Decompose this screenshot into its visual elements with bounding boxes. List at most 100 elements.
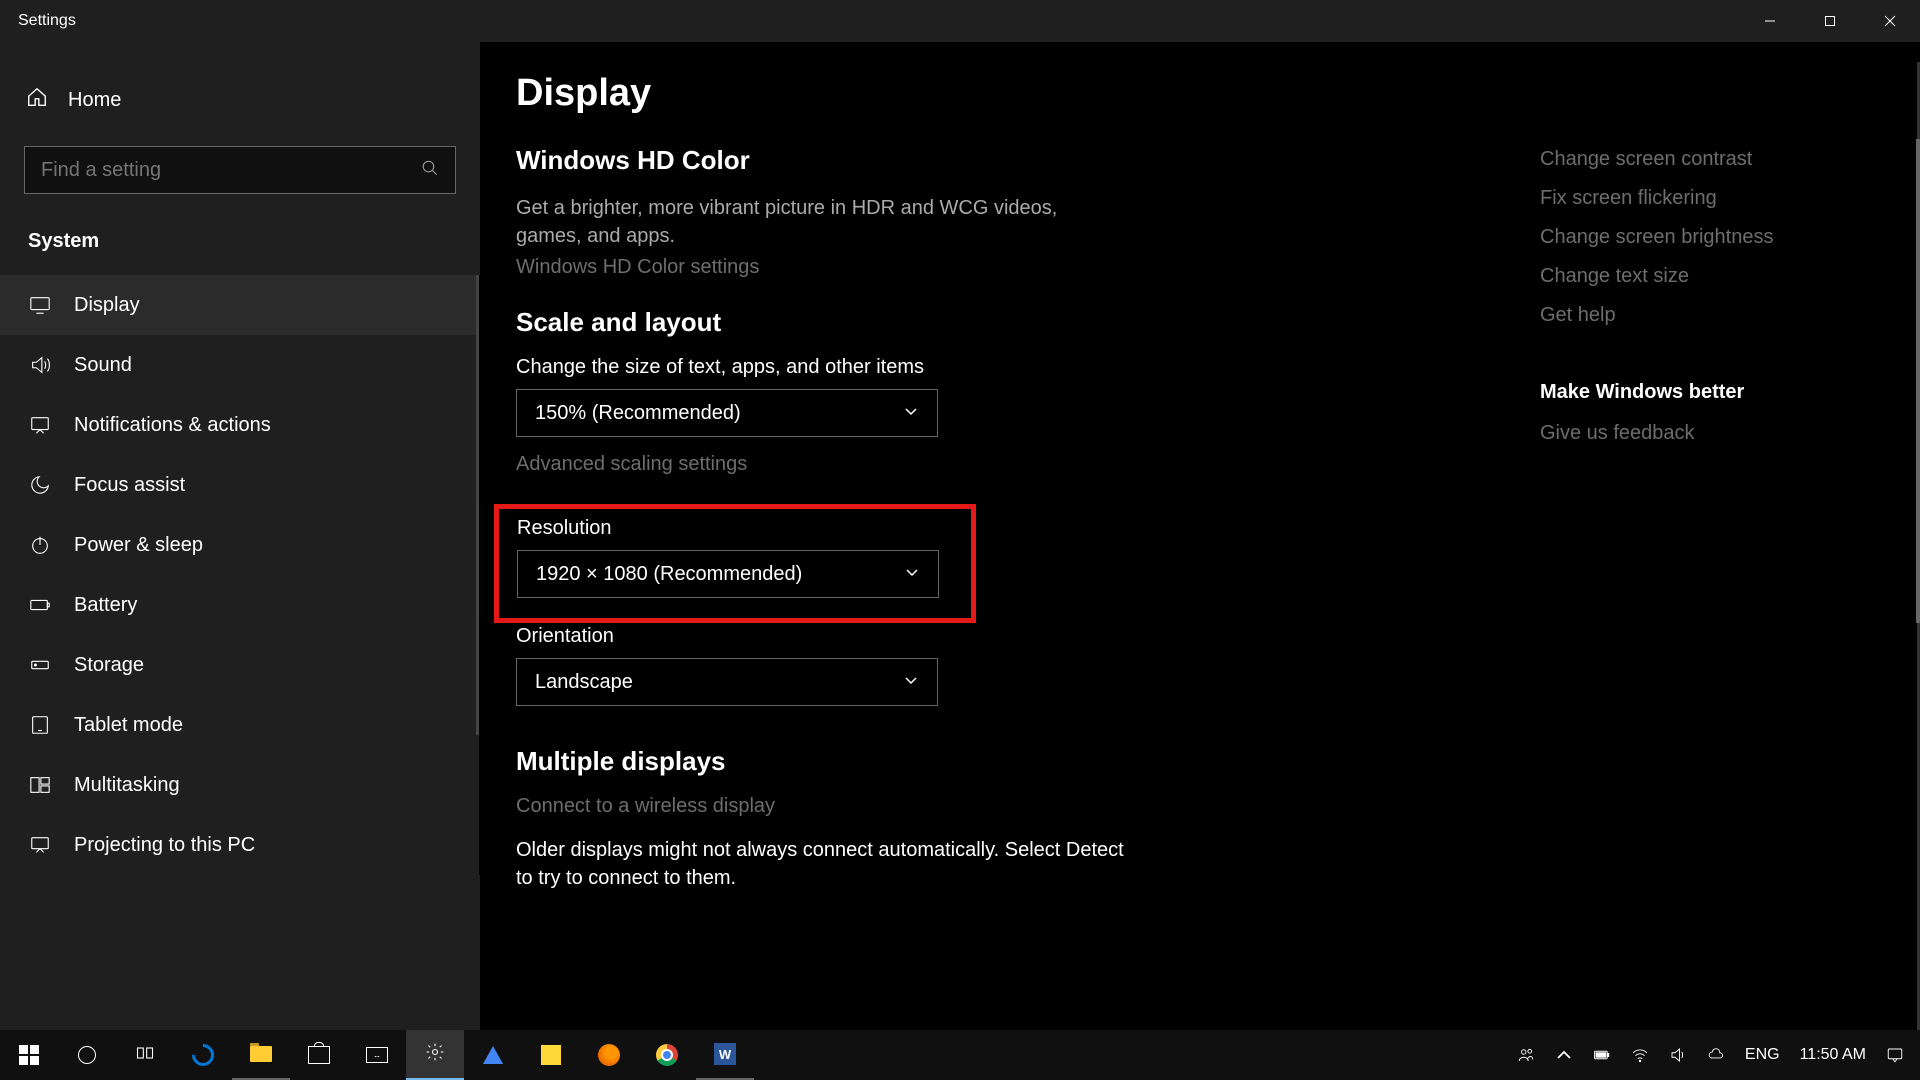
store-icon bbox=[308, 1046, 330, 1064]
tray-volume[interactable] bbox=[1663, 1030, 1693, 1080]
firefox-icon bbox=[598, 1044, 620, 1066]
sidebar-item-power-sleep[interactable]: Power & sleep bbox=[0, 515, 479, 575]
home-icon bbox=[26, 86, 48, 114]
close-button[interactable] bbox=[1860, 0, 1920, 42]
sidebar-item-tablet-mode[interactable]: Tablet mode bbox=[0, 695, 479, 755]
rail-link-brightness[interactable]: Change screen brightness bbox=[1540, 218, 1890, 257]
chevron-down-icon bbox=[903, 402, 919, 425]
task-view-icon bbox=[135, 1043, 155, 1068]
tray-action-center[interactable] bbox=[1880, 1030, 1910, 1080]
power-icon bbox=[28, 533, 52, 557]
rail-link-contrast[interactable]: Change screen contrast bbox=[1540, 140, 1890, 179]
task-view-button[interactable] bbox=[116, 1030, 174, 1080]
scale-label: Change the size of text, apps, and other… bbox=[516, 356, 1176, 379]
taskbar-sticky-notes[interactable] bbox=[522, 1030, 580, 1080]
chevron-down-icon bbox=[904, 563, 920, 586]
titlebar: Settings bbox=[0, 0, 1920, 42]
battery-icon bbox=[28, 593, 52, 617]
right-rail: Change screen contrast Fix screen flicke… bbox=[1540, 140, 1890, 453]
scale-layout-heading: Scale and layout bbox=[516, 307, 1176, 338]
scale-value: 150% (Recommended) bbox=[535, 402, 741, 425]
orientation-dropdown[interactable]: Landscape bbox=[516, 658, 938, 706]
windows-icon bbox=[19, 1045, 39, 1065]
sidebar-item-label: Battery bbox=[74, 594, 137, 617]
rail-feedback-link[interactable]: Give us feedback bbox=[1540, 414, 1890, 453]
sidebar-item-label: Sound bbox=[74, 354, 132, 377]
taskbar-file-explorer[interactable] bbox=[232, 1030, 290, 1080]
sidebar-item-label: Display bbox=[74, 294, 140, 317]
hd-color-settings-link[interactable]: Windows HD Color settings bbox=[516, 256, 1176, 279]
rail-link-text-size[interactable]: Change text size bbox=[1540, 257, 1890, 296]
home-label: Home bbox=[68, 89, 121, 112]
gear-icon bbox=[425, 1042, 445, 1067]
scale-dropdown[interactable]: 150% (Recommended) bbox=[516, 389, 938, 437]
cortana-button[interactable] bbox=[58, 1030, 116, 1080]
taskbar-store[interactable] bbox=[290, 1030, 348, 1080]
hd-color-heading: Windows HD Color bbox=[516, 145, 1176, 176]
word-icon: W bbox=[714, 1043, 736, 1065]
sidebar-item-label: Power & sleep bbox=[74, 534, 203, 557]
tray-show-hidden[interactable] bbox=[1549, 1030, 1579, 1080]
chevron-down-icon bbox=[903, 671, 919, 694]
storage-icon bbox=[28, 653, 52, 677]
projecting-icon bbox=[28, 833, 52, 857]
tablet-icon bbox=[28, 713, 52, 737]
page-title: Display bbox=[516, 72, 1176, 115]
advanced-scaling-link[interactable]: Advanced scaling settings bbox=[516, 453, 1176, 476]
tray-wifi[interactable] bbox=[1625, 1030, 1655, 1080]
mail-icon bbox=[366, 1047, 388, 1063]
tray-onedrive[interactable] bbox=[1701, 1030, 1731, 1080]
chrome-icon bbox=[656, 1044, 678, 1066]
taskbar-settings[interactable] bbox=[406, 1030, 464, 1080]
search-input[interactable] bbox=[24, 146, 456, 194]
taskbar-google-ads[interactable] bbox=[464, 1030, 522, 1080]
sidebar-item-display[interactable]: Display bbox=[0, 275, 479, 335]
tray-people[interactable] bbox=[1511, 1030, 1541, 1080]
sidebar-item-storage[interactable]: Storage bbox=[0, 635, 479, 695]
folder-icon bbox=[250, 1046, 272, 1062]
rail-feedback-heading: Make Windows better bbox=[1540, 381, 1890, 404]
maximize-button[interactable] bbox=[1800, 0, 1860, 42]
multitasking-icon bbox=[28, 773, 52, 797]
system-tray: ENG 11:50 AM bbox=[1511, 1030, 1920, 1080]
tray-language[interactable]: ENG bbox=[1739, 1030, 1786, 1080]
taskbar-mail[interactable] bbox=[348, 1030, 406, 1080]
hd-color-desc: Get a brighter, more vibrant picture in … bbox=[516, 194, 1126, 250]
sidebar-item-focus-assist[interactable]: Focus assist bbox=[0, 455, 479, 515]
rail-link-flickering[interactable]: Fix screen flickering bbox=[1540, 179, 1890, 218]
taskbar-chrome[interactable] bbox=[638, 1030, 696, 1080]
taskbar-word[interactable]: W bbox=[696, 1030, 754, 1080]
resolution-dropdown[interactable]: 1920 × 1080 (Recommended) bbox=[517, 550, 939, 598]
sidebar-scrollbar[interactable] bbox=[476, 275, 479, 735]
notifications-icon bbox=[28, 413, 52, 437]
sidebar-item-label: Tablet mode bbox=[74, 714, 183, 737]
sidebar-list: Display Sound Notifications & actions Fo… bbox=[0, 275, 480, 875]
start-button[interactable] bbox=[0, 1030, 58, 1080]
home-button[interactable]: Home bbox=[0, 72, 480, 128]
orientation-value: Landscape bbox=[535, 671, 633, 694]
connect-wireless-link[interactable]: Connect to a wireless display bbox=[516, 795, 1176, 818]
search-field[interactable] bbox=[41, 159, 421, 182]
sidebar-item-sound[interactable]: Sound bbox=[0, 335, 479, 395]
sidebar-item-projecting[interactable]: Projecting to this PC bbox=[0, 815, 479, 875]
orientation-label: Orientation bbox=[516, 625, 1176, 648]
multiple-displays-heading: Multiple displays bbox=[516, 746, 1176, 777]
sidebar-item-label: Projecting to this PC bbox=[74, 834, 255, 857]
window-title: Settings bbox=[18, 12, 1740, 30]
cortana-icon bbox=[78, 1046, 96, 1064]
resolution-label: Resolution bbox=[517, 517, 953, 540]
rail-link-get-help[interactable]: Get help bbox=[1540, 296, 1890, 335]
tray-clock[interactable]: 11:50 AM bbox=[1794, 1030, 1872, 1080]
sidebar-item-label: Multitasking bbox=[74, 774, 180, 797]
sidebar-item-label: Focus assist bbox=[74, 474, 185, 497]
sidebar-item-battery[interactable]: Battery bbox=[0, 575, 479, 635]
sidebar-item-multitasking[interactable]: Multitasking bbox=[0, 755, 479, 815]
taskbar-edge[interactable] bbox=[174, 1030, 232, 1080]
sound-icon bbox=[28, 353, 52, 377]
sidebar-heading: System bbox=[0, 222, 480, 275]
tray-battery[interactable] bbox=[1587, 1030, 1617, 1080]
taskbar-firefox[interactable] bbox=[580, 1030, 638, 1080]
multiple-displays-desc: Older displays might not always connect … bbox=[516, 836, 1126, 892]
sidebar-item-notifications[interactable]: Notifications & actions bbox=[0, 395, 479, 455]
minimize-button[interactable] bbox=[1740, 0, 1800, 42]
